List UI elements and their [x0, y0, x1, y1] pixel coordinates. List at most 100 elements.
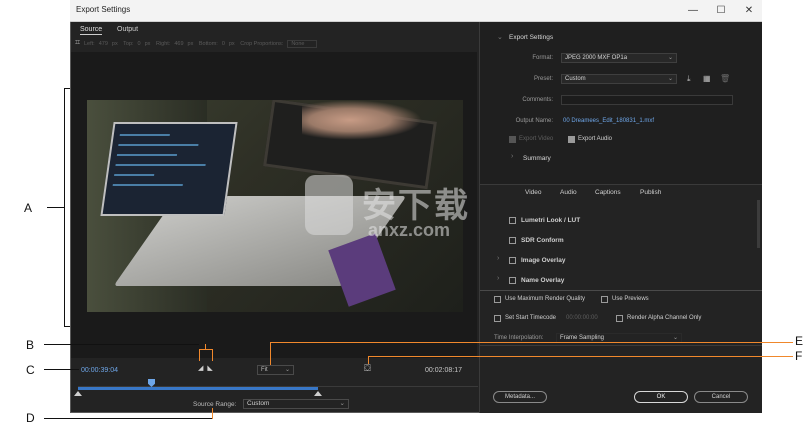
use-previews-checkbox[interactable]: [601, 296, 608, 303]
format-dropdown[interactable]: JPEG 2000 MXF OP1a ⌄: [561, 53, 677, 63]
render-alpha-checkbox[interactable]: [616, 315, 623, 322]
time-interpolation-label: Time Interpolation:: [494, 335, 544, 341]
image-overlay-expand-icon[interactable]: ›: [497, 255, 499, 262]
callout-e-label: E: [795, 334, 804, 348]
export-audio-checkbox[interactable]: [568, 136, 575, 143]
tab-captions[interactable]: Captions: [595, 189, 621, 196]
crop-icon[interactable]: ⌗: [75, 38, 84, 47]
crop-left-value[interactable]: 479: [99, 41, 108, 47]
source-range-dropdown[interactable]: Custom ⌄: [243, 399, 349, 409]
save-preset-icon[interactable]: ⤓: [687, 74, 691, 84]
in-point-handle[interactable]: [74, 391, 82, 396]
tab-source[interactable]: Source: [80, 26, 103, 35]
callout-b-bracket: [199, 349, 213, 350]
crop-bottom-label: Bottom:: [198, 41, 218, 47]
trim-buttons[interactable]: ◢◣: [198, 364, 217, 372]
chevron-down-icon: ⌄: [667, 76, 673, 82]
callout-e-connector: [270, 342, 271, 365]
tab-publish[interactable]: Publish: [640, 189, 661, 196]
image-overlay-label: Image Overlay: [521, 257, 566, 264]
preset-label: Preset:: [533, 76, 553, 82]
divider: [480, 184, 762, 185]
callout-a-bracket-top: [64, 88, 70, 89]
delete-preset-icon[interactable]: 🗑: [720, 74, 730, 83]
callout-d-connector: [212, 408, 213, 419]
aspect-ratio-correction-icon[interactable]: ⛋: [364, 364, 373, 373]
callout-b-connector: [205, 344, 206, 350]
set-out-point-icon[interactable]: ◣: [207, 365, 216, 372]
import-preset-icon[interactable]: ▦: [703, 74, 711, 83]
start-timecode-label: Set Start Timecode: [505, 315, 557, 321]
collapse-chevron-icon[interactable]: ⌄: [497, 33, 503, 41]
crop-left-label: Left:: [84, 41, 95, 47]
crop-right-unit: px: [187, 41, 194, 47]
crop-bottom-unit: px: [228, 41, 235, 47]
summary-expand-icon[interactable]: ›: [511, 153, 513, 160]
settings-scrollbar[interactable]: [757, 200, 760, 248]
callout-b-label: B: [26, 338, 35, 352]
sdr-conform-label: SDR Conform: [521, 237, 564, 244]
set-in-point-icon[interactable]: ◢: [198, 365, 207, 372]
maximize-button[interactable]: ☐: [714, 4, 728, 18]
crop-proportions-dropdown[interactable]: None: [287, 40, 318, 48]
divider: [480, 345, 762, 346]
name-overlay-label: Name Overlay: [521, 277, 565, 284]
close-button[interactable]: ✕: [742, 4, 756, 18]
callout-b-line: [44, 344, 199, 345]
comments-label: Comments:: [522, 97, 553, 103]
callout-f-label: F: [795, 349, 803, 363]
callout-a-bracket-bottom: [64, 326, 70, 327]
format-value: JPEG 2000 MXF OP1a: [565, 55, 628, 61]
preset-value: Custom: [565, 76, 586, 82]
cancel-button[interactable]: Cancel: [694, 391, 748, 403]
name-overlay-expand-icon[interactable]: ›: [497, 275, 499, 282]
zoom-fit-dropdown[interactable]: Fit ⌄: [257, 365, 294, 375]
tab-audio[interactable]: Audio: [560, 189, 577, 196]
output-name-link[interactable]: 00 Dreamees_Edit_180831_1.mxf: [563, 118, 654, 124]
crop-top-value[interactable]: 0: [138, 41, 141, 47]
duration-timecode: 00:02:08:17: [425, 367, 462, 374]
export-video-checkbox[interactable]: [509, 136, 516, 143]
start-timecode-value[interactable]: 00:00:00:00: [566, 315, 598, 321]
lumetri-checkbox[interactable]: [509, 217, 516, 224]
summary-heading[interactable]: Summary: [523, 155, 551, 162]
ok-button[interactable]: OK: [634, 391, 688, 403]
callout-c-label: C: [26, 363, 35, 377]
use-previews-label: Use Previews: [612, 296, 649, 302]
callout-a-bracket: [64, 88, 65, 327]
max-render-quality-checkbox[interactable]: [494, 296, 501, 303]
video-laptop-screen: [100, 122, 238, 216]
callout-a-line: [47, 207, 65, 208]
chevron-down-icon: ⌄: [672, 335, 678, 341]
crop-right-value[interactable]: 469: [174, 41, 183, 47]
name-overlay-checkbox[interactable]: [509, 277, 516, 284]
image-overlay-checkbox[interactable]: [509, 257, 516, 264]
source-range-value: Custom: [247, 400, 270, 407]
current-timecode[interactable]: 00:00:39:04: [81, 367, 118, 374]
start-timecode-checkbox[interactable]: [494, 315, 501, 322]
output-name-label: Output Name:: [515, 118, 553, 124]
title-bar[interactable]: [70, 0, 762, 22]
callout-b-bracket-left: [199, 349, 200, 361]
max-render-quality-label: Use Maximum Render Quality: [505, 296, 586, 302]
metadata-button[interactable]: Metadata...: [493, 391, 547, 403]
tab-video[interactable]: Video: [525, 189, 542, 196]
preset-dropdown[interactable]: Custom ⌄: [561, 74, 677, 84]
chevron-down-icon: ⌄: [284, 367, 290, 373]
comments-field[interactable]: [561, 95, 733, 105]
source-range-label: Source Range:: [193, 401, 237, 408]
out-point-handle[interactable]: [314, 391, 322, 396]
tab-output[interactable]: Output: [117, 26, 138, 33]
time-interpolation-value: Frame Sampling: [560, 335, 605, 341]
minimize-button[interactable]: —: [686, 4, 700, 18]
export-settings-heading: Export Settings: [509, 34, 554, 41]
crop-left-unit: px: [111, 41, 118, 47]
crop-bottom-value[interactable]: 0: [222, 41, 225, 47]
callout-d-line: [44, 418, 212, 419]
sdr-conform-checkbox[interactable]: [509, 237, 516, 244]
work-area-bar[interactable]: [78, 387, 318, 390]
callout-a-label: A: [24, 201, 33, 215]
crop-right-label: Right:: [155, 41, 171, 47]
video-hands-shape: [302, 100, 422, 140]
callout-b-bracket-right: [212, 349, 213, 361]
